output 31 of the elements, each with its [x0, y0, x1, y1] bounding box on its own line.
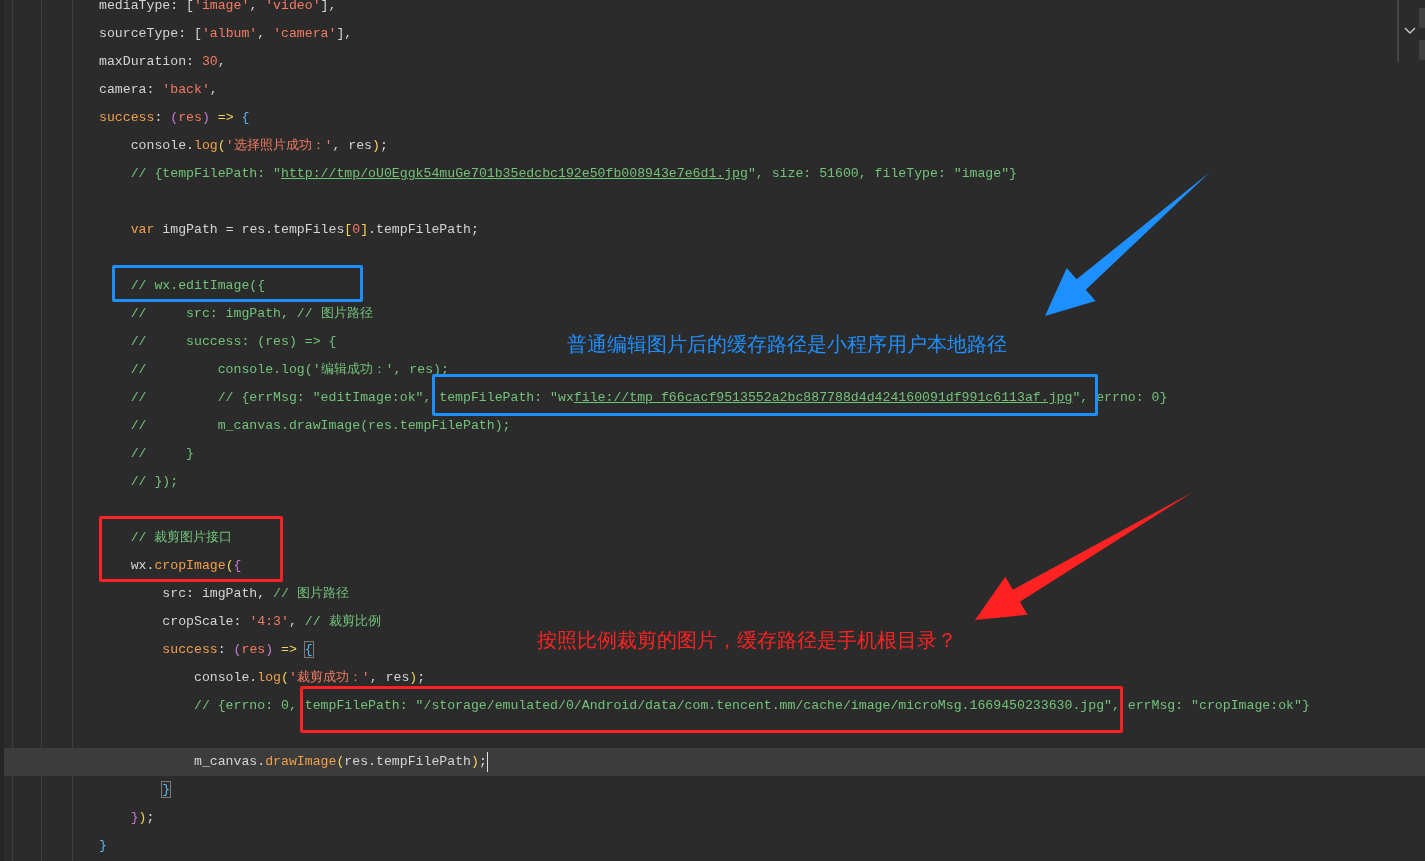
code-line: }: [161, 781, 171, 799]
annotation-note: 普通编辑图片后的缓存路径是小程序用户本地路径: [567, 331, 1007, 358]
code-line: // m_canvas.drawImage(res.tempFilePath);: [129, 417, 511, 435]
code-line: // });: [129, 473, 179, 491]
code-line: maxDuration: 30,: [99, 53, 226, 71]
code-line: console.log('选择照片成功：', res);: [129, 137, 388, 155]
code-line: // // {errMsg: "editImage:ok", tempFilePath: "wxfile://tmp_f66cacf9513552a2bc887788d4d424160091df991c6113af.jpg", errno: 0}: [129, 389, 1168, 407]
code-line: mediaType: ['image', 'video'],: [99, 0, 337, 15]
code-line: success: (res) => {: [99, 109, 250, 127]
text-cursor: [486, 752, 489, 772]
code-line: camera: 'back',: [99, 81, 218, 99]
code-line: src: imgPath, // 图片路径: [161, 585, 349, 603]
code-line: // {errno: 0, tempFilePath: "/storage/emulated/0/Android/data/com.tencent.mm/cache/image/microMsg.1669450233630.jpg", errMsg: "cropImage:ok"}: [192, 697, 1310, 715]
code-line: wx.cropImage({: [129, 557, 242, 575]
code-line: var imgPath = res.tempFiles[0].tempFilePath;: [129, 221, 479, 239]
code-line: });: [129, 809, 155, 827]
code-line: // success: (res) => {: [129, 333, 337, 351]
chevron-down-icon[interactable]: [1404, 27, 1416, 35]
code-line: }: [99, 837, 107, 855]
code-line: console.log('裁剪成功：', res);: [192, 669, 426, 687]
code-line: // }: [129, 445, 194, 463]
code-line: // wx.editImage({: [129, 277, 266, 295]
code-line: // console.log('编辑成功：', res);: [129, 361, 449, 379]
code-line: cropScale: '4:3', // 裁剪比例: [161, 613, 381, 631]
code-line: // 裁剪图片接口: [129, 529, 233, 547]
annotation-note: 按照比例裁剪的图片，缓存路径是手机根目录？: [537, 627, 957, 654]
code-line: success: (res) => {: [161, 641, 313, 659]
code-line: // {tempFilePath: "http://tmp/oU0Eggk54muGe701b35edcbc192e50fb008943e7e6d1.jpg", size: 51600, fileType: "image"}: [129, 165, 1018, 183]
code-line: // src: imgPath, // 图片路径: [129, 305, 373, 323]
code-line: sourceType: ['album', 'camera'],: [99, 25, 353, 43]
code-line: m_canvas.drawImage(res.tempFilePath);: [192, 753, 487, 771]
